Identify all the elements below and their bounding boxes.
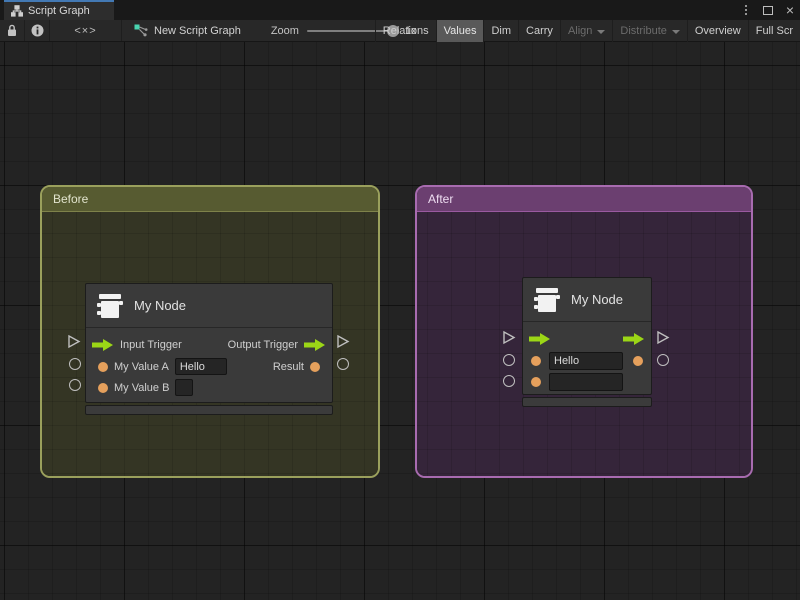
close-icon: ×	[786, 2, 794, 18]
graph-flow-port-left[interactable]	[502, 330, 516, 345]
input-trigger-label: Input Trigger	[120, 339, 182, 351]
lock-icon	[6, 24, 18, 37]
value-b-input[interactable]	[175, 379, 193, 396]
graph-value-port-left[interactable]	[69, 358, 81, 370]
maximize-icon	[763, 6, 773, 15]
chevron-down-icon	[597, 30, 605, 34]
value-input-port-b[interactable]	[98, 383, 108, 393]
flow-output-port[interactable]	[623, 332, 645, 346]
window-tab-bar: Script Graph ×	[0, 0, 800, 20]
port-row-trigger: Input Trigger Output Trigger	[86, 334, 332, 356]
flow-input-port[interactable]	[529, 332, 551, 346]
tab-title: Script Graph	[28, 5, 90, 17]
graph-canvas[interactable]: Before After My Node Input Trigger	[0, 42, 800, 600]
node-after-header[interactable]: My Node	[523, 278, 651, 322]
graph-value-port-right[interactable]	[657, 354, 669, 366]
flow-input-port[interactable]	[92, 338, 114, 352]
value-output-port-result[interactable]	[633, 356, 643, 366]
unit-icon	[96, 292, 124, 320]
toolbar-button-distribute[interactable]: Distribute	[612, 20, 686, 42]
port-row-trigger	[523, 328, 651, 350]
info-icon	[31, 24, 44, 37]
graph-name-label: New Script Graph	[154, 25, 241, 37]
graph-flow-port-right[interactable]	[336, 334, 350, 349]
port-row-value-b	[523, 371, 651, 392]
graph-toolbar: <×> New Script Graph Zoom 1x Relations V…	[0, 20, 800, 42]
value-input-port-a[interactable]	[98, 362, 108, 372]
toolbar-button-overview[interactable]: Overview	[687, 20, 748, 42]
window-maximize-button[interactable]	[760, 2, 776, 18]
graph-value-port-left[interactable]	[69, 379, 81, 391]
toolbar-button-dim[interactable]: Dim	[483, 20, 518, 42]
port-row-value-a: My Value A Result	[86, 356, 332, 377]
graph-flow-port-right[interactable]	[656, 330, 670, 345]
node-after-title: My Node	[571, 292, 623, 307]
toolbar-button-values[interactable]: Values	[436, 20, 484, 42]
port-row-value-b: My Value B	[86, 377, 332, 398]
graph-value-port-right[interactable]	[337, 358, 349, 370]
tab-script-graph[interactable]: Script Graph	[4, 0, 114, 20]
window-menu-button[interactable]	[738, 2, 754, 18]
port-row-value-a	[523, 350, 651, 371]
value-input-port-b[interactable]	[531, 377, 541, 387]
lock-button[interactable]	[0, 20, 25, 41]
script-graph-icon	[134, 24, 148, 37]
result-label: Result	[273, 361, 304, 373]
value-output-port-result[interactable]	[310, 362, 320, 372]
value-a-input[interactable]	[549, 352, 623, 370]
group-after-title: After	[428, 192, 453, 206]
flow-output-port[interactable]	[304, 338, 326, 352]
value-b-input[interactable]	[549, 373, 623, 391]
node-after-footer	[522, 397, 652, 407]
output-trigger-label: Output Trigger	[228, 339, 298, 351]
unit-icon	[533, 286, 561, 314]
code-view-button[interactable]: <×>	[50, 20, 122, 41]
align-label: Align	[568, 25, 592, 37]
toolbar-button-align[interactable]: Align	[560, 20, 612, 42]
node-my-node-after[interactable]: My Node	[522, 277, 652, 395]
node-before-footer	[85, 405, 333, 415]
graph-flow-port-left[interactable]	[67, 334, 81, 349]
info-button[interactable]	[25, 20, 50, 41]
graph-hierarchy-icon	[11, 5, 23, 17]
chevron-down-icon	[672, 30, 680, 34]
code-icon: <×>	[74, 25, 96, 37]
node-my-node-before[interactable]: My Node Input Trigger Output Trigger My …	[85, 283, 333, 403]
value-a-input[interactable]	[175, 358, 227, 375]
graph-value-port-left[interactable]	[503, 354, 515, 366]
group-before-title: Before	[53, 192, 88, 206]
zoom-label: Zoom	[271, 25, 299, 37]
window-close-button[interactable]: ×	[782, 2, 798, 18]
graph-title-area: New Script Graph	[122, 20, 251, 41]
toolbar-button-carry[interactable]: Carry	[518, 20, 560, 42]
my-value-b-label: My Value B	[114, 382, 169, 394]
toolbar-button-relations[interactable]: Relations	[375, 20, 436, 42]
kebab-menu-icon	[745, 5, 747, 15]
distribute-label: Distribute	[620, 25, 666, 37]
toolbar-button-fullscreen[interactable]: Full Scr	[748, 20, 800, 42]
group-before-header[interactable]: Before	[42, 187, 378, 212]
graph-value-port-left[interactable]	[503, 375, 515, 387]
my-value-a-label: My Value A	[114, 361, 169, 373]
group-after-header[interactable]: After	[417, 187, 751, 212]
node-before-header[interactable]: My Node	[86, 284, 332, 328]
value-input-port-a[interactable]	[531, 356, 541, 366]
node-before-title: My Node	[134, 298, 186, 313]
